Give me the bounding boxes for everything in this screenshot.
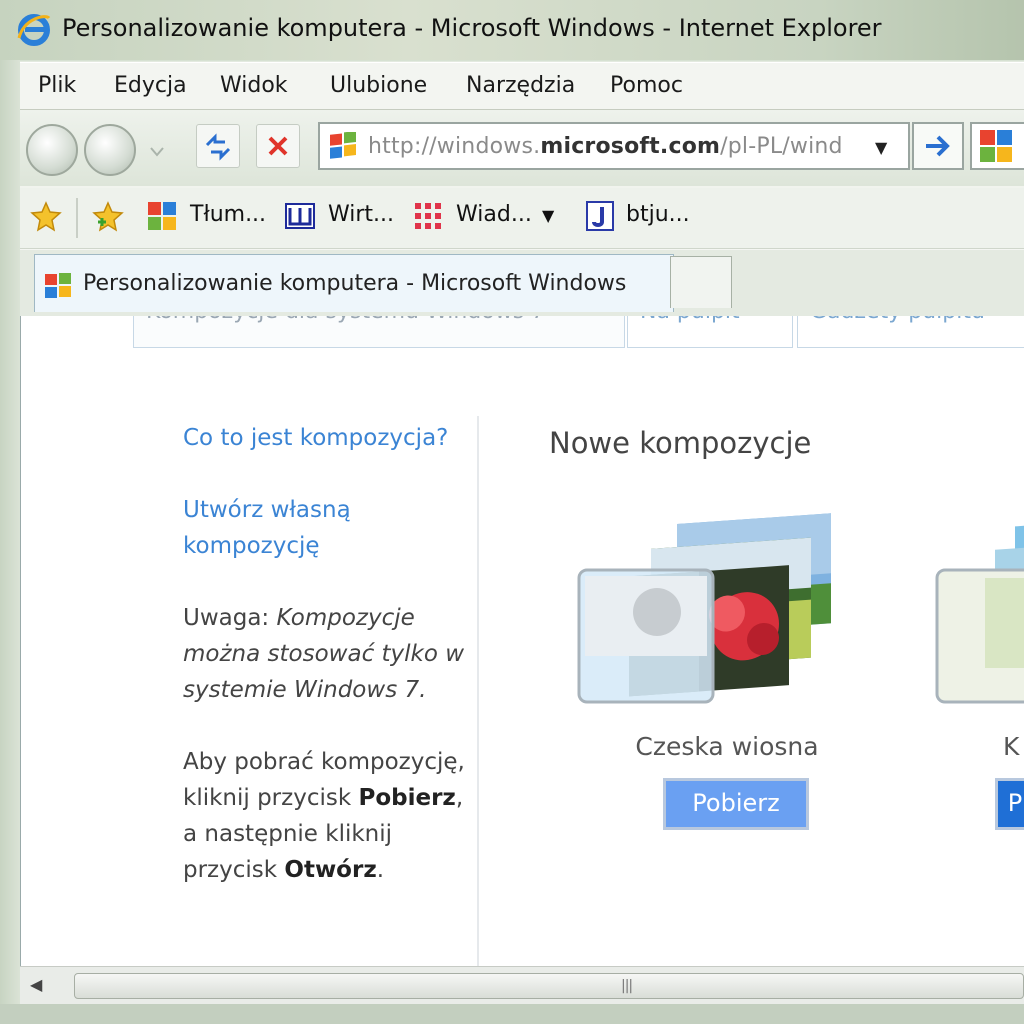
theme-name: K <box>1003 732 1020 761</box>
scroll-left-icon[interactable]: ◀ <box>30 975 42 994</box>
window-frame-bottom <box>0 1004 1024 1024</box>
menu-narzedzia[interactable]: Narzędzia <box>466 73 575 98</box>
news-grid-icon <box>415 203 441 229</box>
compatibility-view-button[interactable] <box>196 124 240 168</box>
theme-card: Czeska wiosna Pobierz <box>577 506 877 886</box>
tab-active[interactable]: Personalizowanie komputera - Microsoft W… <box>34 254 674 312</box>
forward-button[interactable] <box>84 124 136 176</box>
favorites-separator <box>76 198 78 238</box>
wirt-site-icon <box>285 203 315 229</box>
tab-title: Personalizowanie komputera - Microsoft W… <box>83 271 627 296</box>
menu-ulubione[interactable]: Ulubione <box>330 73 427 98</box>
favorite-link-tlum[interactable]: Tłum... <box>190 202 266 227</box>
horizontal-scrollbar[interactable]: ◀ ||| <box>20 966 1024 1005</box>
theme-preview-image[interactable] <box>935 506 1024 716</box>
google-logo-icon <box>980 130 1012 162</box>
new-tab-button[interactable] <box>670 256 732 308</box>
tab-row: Personalizowanie komputera - Microsoft W… <box>20 250 1024 316</box>
page-content: Kompozycje dla systemu Windows 7 Na pulp… <box>20 316 1024 966</box>
back-button[interactable] <box>26 124 78 176</box>
browser-window: Personalizowanie komputera - Microsoft W… <box>0 0 1024 1024</box>
history-dropdown-icon[interactable] <box>146 140 168 162</box>
favorite-link-wiad[interactable]: Wiad... <box>456 202 532 227</box>
add-favorite-icon[interactable] <box>92 200 124 232</box>
theme-card: K P <box>935 506 1024 886</box>
windows-logo-icon <box>330 132 356 159</box>
subtab-na-pulpit[interactable]: Na pulpit <box>627 316 793 348</box>
theme-preview-image[interactable] <box>577 506 877 716</box>
favorites-bar: Tłum... Wirt... Wiad... ▼ btju... <box>20 188 1024 249</box>
google-translate-icon <box>148 202 176 230</box>
link-what-is-theme[interactable]: Co to jest kompozycja? <box>183 420 483 456</box>
download-button[interactable]: P <box>995 778 1024 830</box>
window-title: Personalizowanie komputera - Microsoft W… <box>62 14 882 42</box>
download-button[interactable]: Pobierz <box>663 778 809 830</box>
stop-button[interactable] <box>256 124 300 168</box>
menu-pomoc[interactable]: Pomoc <box>610 73 683 98</box>
link-create-theme[interactable]: Utwórz własną kompozycję <box>183 492 483 564</box>
grip-icon: ||| <box>621 978 633 994</box>
btju-site-icon <box>586 201 614 231</box>
scrollbar-thumb[interactable]: ||| <box>74 973 1024 999</box>
favorite-link-wirt[interactable]: Wirt... <box>328 202 394 227</box>
favorite-link-btju[interactable]: btju... <box>626 202 690 227</box>
menu-edycja[interactable]: Edycja <box>114 73 187 98</box>
address-dropdown-icon[interactable]: ▼ <box>875 138 887 157</box>
window-frame-left <box>0 60 20 1010</box>
search-box[interactable] <box>970 122 1024 170</box>
subtab-gadzety[interactable]: Gadżety pulpitu <box>797 316 1024 348</box>
go-button[interactable] <box>912 122 964 170</box>
address-bar[interactable]: http://windows.microsoft.com/pl-PL/wind … <box>318 122 910 170</box>
arrow-right-icon <box>926 135 950 157</box>
sidebar: Co to jest kompozycja? Utwórz własną kom… <box>183 420 483 924</box>
column-divider <box>477 416 479 966</box>
windows-logo-icon <box>45 273 71 298</box>
title-bar: Personalizowanie komputera - Microsoft W… <box>0 0 1024 60</box>
internet-explorer-icon <box>17 14 51 46</box>
subtab-kompozycje[interactable]: Kompozycje dla systemu Windows 7 <box>133 316 625 348</box>
chevron-down-icon[interactable]: ▼ <box>542 206 554 225</box>
download-instructions: Aby pobrać kompozycję, kliknij przycisk … <box>183 749 465 883</box>
theme-name: Czeska wiosna <box>635 732 819 761</box>
section-title: Nowe kompozycje <box>549 426 812 460</box>
menu-plik[interactable]: Plik <box>38 73 76 98</box>
refresh-arrows-icon <box>205 133 231 161</box>
navigation-bar: http://windows.microsoft.com/pl-PL/wind … <box>20 110 1024 186</box>
note-windows7: Uwaga: Kompozycje można stosować tylko w… <box>183 605 465 703</box>
close-icon <box>268 136 288 156</box>
menu-bar: Plik Edycja Widok Ulubione Narzędzia Pom… <box>20 62 1024 110</box>
menu-widok[interactable]: Widok <box>220 73 288 98</box>
favorites-star-icon[interactable] <box>30 200 62 232</box>
address-url[interactable]: http://windows.microsoft.com/pl-PL/wind <box>368 134 843 159</box>
